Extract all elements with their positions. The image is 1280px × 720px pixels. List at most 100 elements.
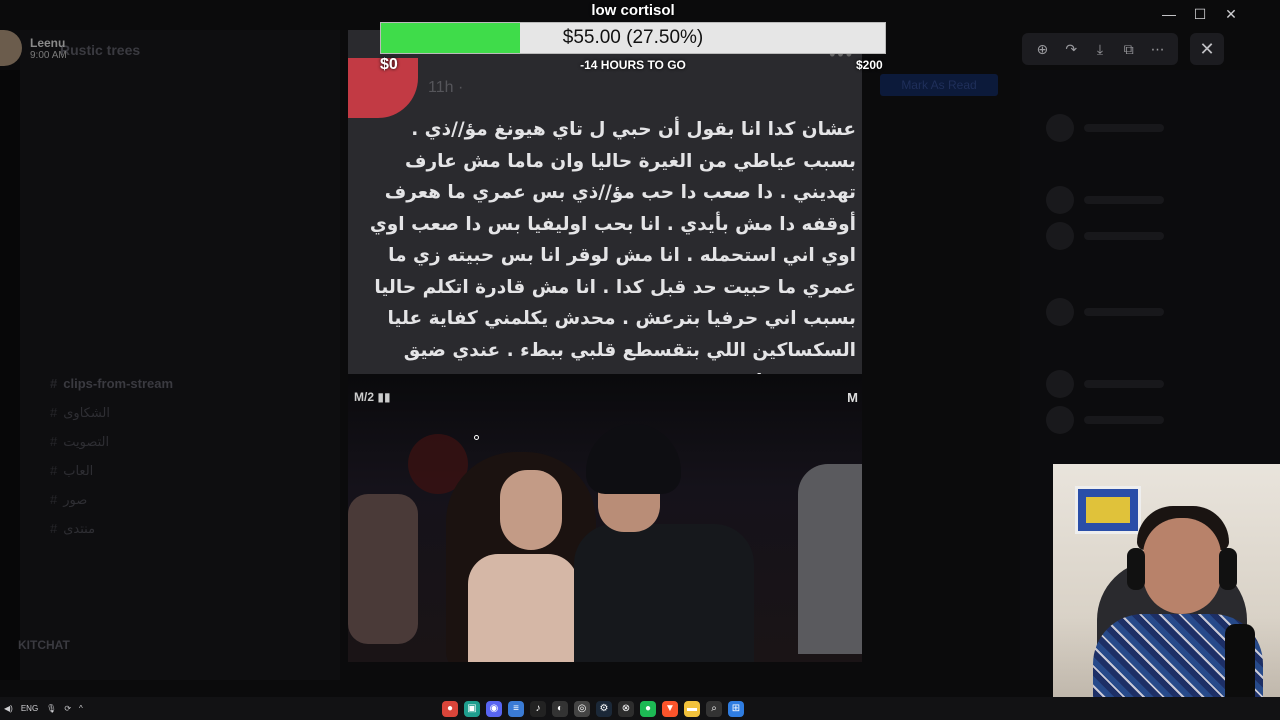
language-indicator[interactable]: ENG — [21, 704, 38, 713]
channel-name: صور — [63, 492, 88, 507]
mnet-logo: M — [847, 390, 858, 405]
download-icon[interactable]: ⤓ — [1089, 41, 1111, 58]
streamer-name: Leenu — [30, 35, 66, 50]
channel-item[interactable]: # الشكاوى — [50, 405, 110, 421]
app-teal-icon[interactable]: ▣ — [464, 700, 480, 717]
channel-name: الشكاوى — [63, 405, 110, 420]
mark-as-read-button[interactable]: Mark As Read — [880, 74, 998, 96]
channel-name: التصويت — [63, 434, 110, 449]
person-body — [468, 554, 578, 662]
hash-icon: # — [50, 492, 58, 507]
open-external-icon[interactable]: ⧉ — [1118, 41, 1140, 58]
background-person — [798, 464, 862, 654]
channel-name: منتدى — [63, 521, 96, 536]
streamer-face — [1143, 518, 1221, 614]
channel-item[interactable]: # العاب — [50, 463, 93, 479]
server-name[interactable]: Rustic trees — [60, 42, 140, 58]
more-icon[interactable]: ⋯ — [1147, 41, 1169, 58]
hash-icon: # — [50, 463, 58, 478]
hash-icon: # — [50, 434, 58, 449]
minimize-button[interactable]: — — [1156, 4, 1182, 24]
goal-amount: $55.00 (27.50%) — [562, 27, 704, 48]
explorer-icon[interactable]: ▬ — [684, 700, 700, 717]
start-icon[interactable]: ⊞ — [728, 700, 744, 717]
shared-image[interactable]: 11h · ••• عشان كدا انا بقول أن حبي ل تاي… — [348, 30, 862, 662]
discord-icon[interactable]: ◉ — [486, 700, 502, 717]
hash-icon: # — [50, 376, 58, 391]
member-row[interactable] — [1046, 406, 1164, 434]
share-icon[interactable]: ↷ — [1060, 41, 1082, 58]
wall-painting — [1075, 486, 1141, 534]
streamer-profile: Leenu 9:00 AM — [0, 30, 67, 66]
post-time: 11h · — [428, 79, 464, 96]
post-text-panel: 11h · ••• عشان كدا انا بقول أن حبي ل تاي… — [348, 30, 862, 392]
member-name — [1084, 308, 1164, 316]
spotify-icon[interactable]: ● — [640, 700, 656, 717]
xbox-icon[interactable]: ⊗ — [618, 700, 634, 717]
member-row[interactable] — [1046, 114, 1164, 142]
sync-icon[interactable]: ⟳ — [64, 704, 71, 713]
chrome-icon[interactable]: ● — [442, 700, 458, 717]
avatar — [1046, 298, 1074, 326]
taskbar-apps: ● ▣ ◉ ≡ ♪ ◐ ◎ ⚙ ⊗ ● ▼ ▬ ⌕ ⊞ — [442, 697, 744, 720]
headset-icon — [1219, 548, 1237, 590]
avatar — [1046, 222, 1074, 250]
avatar — [1046, 370, 1074, 398]
streamer-time: 9:00 AM — [30, 49, 67, 61]
channel-name: clips-from-stream — [63, 376, 174, 391]
member-row[interactable] — [1046, 186, 1164, 214]
steam-icon[interactable]: ⚙ — [596, 700, 612, 717]
headset-icon — [1127, 548, 1145, 590]
system-tray: ◀) ENG 🎙 ⟳ ^ — [4, 697, 83, 720]
github-icon[interactable]: ◐ — [552, 700, 568, 717]
brave-icon[interactable]: ▼ — [662, 700, 678, 717]
mic-icon[interactable]: 🎙 — [46, 704, 56, 713]
tray-chevron-icon[interactable]: ^ — [79, 704, 83, 713]
webcam-overlay — [1053, 464, 1280, 720]
channel-name: العاب — [63, 463, 94, 478]
background-person — [348, 494, 418, 644]
streamer-avatar — [0, 30, 22, 66]
search-icon[interactable]: ⌕ — [706, 700, 722, 717]
avatar — [1046, 114, 1074, 142]
member-name — [1084, 416, 1164, 424]
member-row[interactable] — [1046, 222, 1164, 250]
broadcast-logo: M/2 ▮▮ — [354, 390, 391, 404]
post-body-text: عشان كدا انا بقول أن حبي ل تاي هيونغ مؤ/… — [369, 119, 856, 392]
member-name — [1084, 196, 1164, 204]
avatar — [1046, 406, 1074, 434]
viewer-close-icon[interactable]: ✕ — [1190, 33, 1224, 65]
image-viewer-toolbar: ⊕ ↷ ⤓ ⧉ ⋯ — [1022, 33, 1178, 65]
channel-sidebar: Rustic trees # clips-from-stream # الشكاوى #… — [18, 30, 340, 680]
server-list — [0, 70, 20, 680]
user-panel-name: KITCHAT — [18, 638, 70, 652]
mouse-cursor — [474, 435, 479, 440]
person-face — [500, 470, 562, 550]
channel-item[interactable]: # clips-from-stream — [50, 376, 173, 391]
notepad-icon[interactable]: ≡ — [508, 700, 524, 717]
goal-progress-bar: $55.00 (27.50%) — [380, 22, 886, 54]
goal-title: low cortisol — [591, 2, 675, 19]
channel-item[interactable]: # منتدى — [50, 521, 95, 537]
person-hair — [586, 424, 681, 494]
person-body — [574, 524, 754, 662]
obs-icon[interactable]: ◎ — [574, 700, 590, 717]
channel-item[interactable]: # التصويت — [50, 434, 109, 450]
channel-item[interactable]: # صور — [50, 492, 87, 508]
avatar — [1046, 186, 1074, 214]
maximize-button[interactable]: ☐ — [1187, 4, 1213, 24]
member-name — [1084, 380, 1164, 388]
goal-time-remaining: -14 HOURS TO GO — [580, 58, 686, 72]
video-still: M/2 ▮▮ M — [348, 374, 862, 662]
member-row[interactable] — [1046, 370, 1164, 398]
hash-icon: # — [50, 521, 58, 536]
zoom-in-icon[interactable]: ⊕ — [1031, 41, 1053, 58]
member-row[interactable] — [1046, 298, 1164, 326]
member-name — [1084, 232, 1164, 240]
tiktok-icon[interactable]: ♪ — [530, 700, 546, 717]
window-close-button[interactable]: ✕ — [1218, 4, 1244, 24]
volume-icon[interactable]: ◀) — [4, 704, 13, 713]
hash-icon: # — [50, 405, 58, 420]
goal-end-value: $200 — [856, 58, 883, 72]
member-name — [1084, 124, 1164, 132]
